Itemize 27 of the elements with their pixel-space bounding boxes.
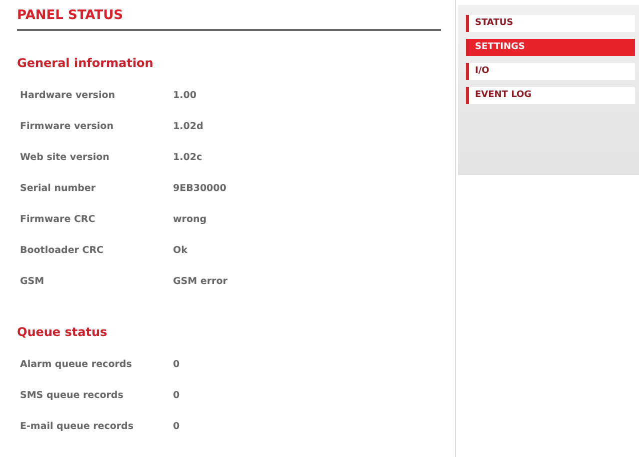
- field-label: Alarm queue records: [19, 359, 133, 370]
- field-label: SMS queue records: [19, 390, 124, 401]
- field-value: Ok: [173, 245, 188, 256]
- field-value: 0: [173, 359, 180, 370]
- field-label: Firmware version: [19, 121, 114, 132]
- field-label: GSM: [19, 276, 46, 287]
- field-value: GSM error: [173, 276, 228, 287]
- menu-item[interactable]: SETTINGS: [466, 39, 635, 56]
- field-label: Firmware CRC: [19, 214, 96, 225]
- page-title: PANEL STATUS: [17, 8, 441, 31]
- field-value: 1.02d: [173, 121, 204, 132]
- field-label: Hardware version: [19, 90, 116, 101]
- field-label: E-mail queue records: [19, 421, 135, 432]
- field-value: 0: [173, 390, 180, 401]
- menu-item[interactable]: STATUS: [466, 15, 635, 32]
- section-title: Queue status: [17, 325, 108, 339]
- field-value: 1.02c: [173, 152, 202, 163]
- menu-item[interactable]: I/O: [466, 63, 635, 80]
- field-label: Serial number: [19, 183, 97, 194]
- field-label: Web site version: [19, 152, 110, 163]
- section-title: General information: [17, 56, 154, 70]
- menu-item[interactable]: EVENT LOG: [466, 87, 635, 104]
- field-value: 0: [173, 421, 180, 432]
- field-value: wrong: [173, 214, 207, 225]
- field-value: 1.00: [173, 90, 196, 101]
- field-value: 9EB30000: [173, 183, 226, 194]
- field-label: Bootloader CRC: [19, 245, 105, 256]
